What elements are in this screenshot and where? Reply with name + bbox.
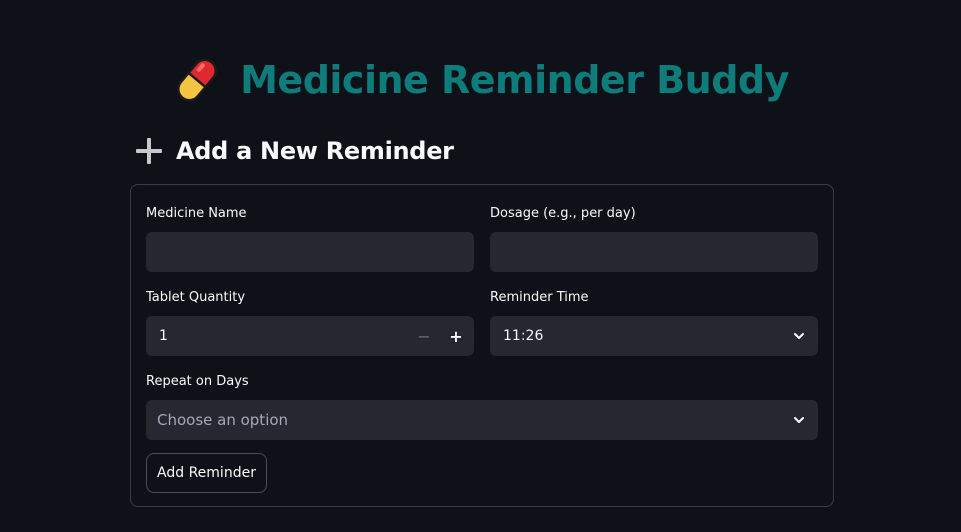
repeat-days-label: Repeat on Days — [146, 374, 249, 389]
repeat-days-placeholder: Choose an option — [157, 411, 289, 429]
tablet-quantity-stepper[interactable]: 1 − + — [146, 316, 474, 356]
increment-button[interactable]: + — [440, 316, 472, 356]
chevron-down-icon[interactable] — [793, 414, 805, 426]
medicine-name-label: Medicine Name — [146, 206, 247, 221]
section-title: Add a New Reminder — [176, 137, 454, 165]
plus-icon — [136, 138, 162, 164]
medicine-name-field: Medicine Name — [146, 205, 474, 272]
tablet-quantity-label: Tablet Quantity — [146, 290, 246, 305]
reminder-time-label: Reminder Time — [490, 290, 589, 305]
decrement-button[interactable]: − — [408, 316, 440, 356]
repeat-days-multiselect[interactable]: Choose an option — [146, 400, 818, 440]
reminder-time-field: Reminder Time 11:26 — [490, 289, 818, 356]
pill-icon — [177, 58, 218, 102]
chevron-down-icon[interactable] — [793, 330, 805, 342]
medicine-name-input[interactable] — [146, 232, 474, 272]
section-header: Add a New Reminder — [134, 136, 454, 166]
app-header: Medicine Reminder Buddy — [0, 55, 961, 105]
page-title: Medicine Reminder Buddy — [240, 58, 789, 102]
dosage-input[interactable] — [490, 232, 818, 272]
reminder-time-select[interactable]: 11:26 — [490, 316, 818, 356]
dosage-field: Dosage (e.g., per day) — [490, 205, 818, 272]
add-reminder-button[interactable]: Add Reminder — [146, 453, 267, 493]
repeat-days-field: Repeat on Days Choose an option — [146, 373, 818, 440]
tablet-quantity-value[interactable]: 1 — [159, 316, 168, 356]
tablet-quantity-field: Tablet Quantity 1 − + — [146, 289, 474, 356]
reminder-time-value: 11:26 — [503, 328, 544, 344]
reminder-form: Medicine Name Dosage (e.g., per day) Tab… — [130, 184, 834, 507]
dosage-label: Dosage (e.g., per day) — [490, 206, 636, 221]
